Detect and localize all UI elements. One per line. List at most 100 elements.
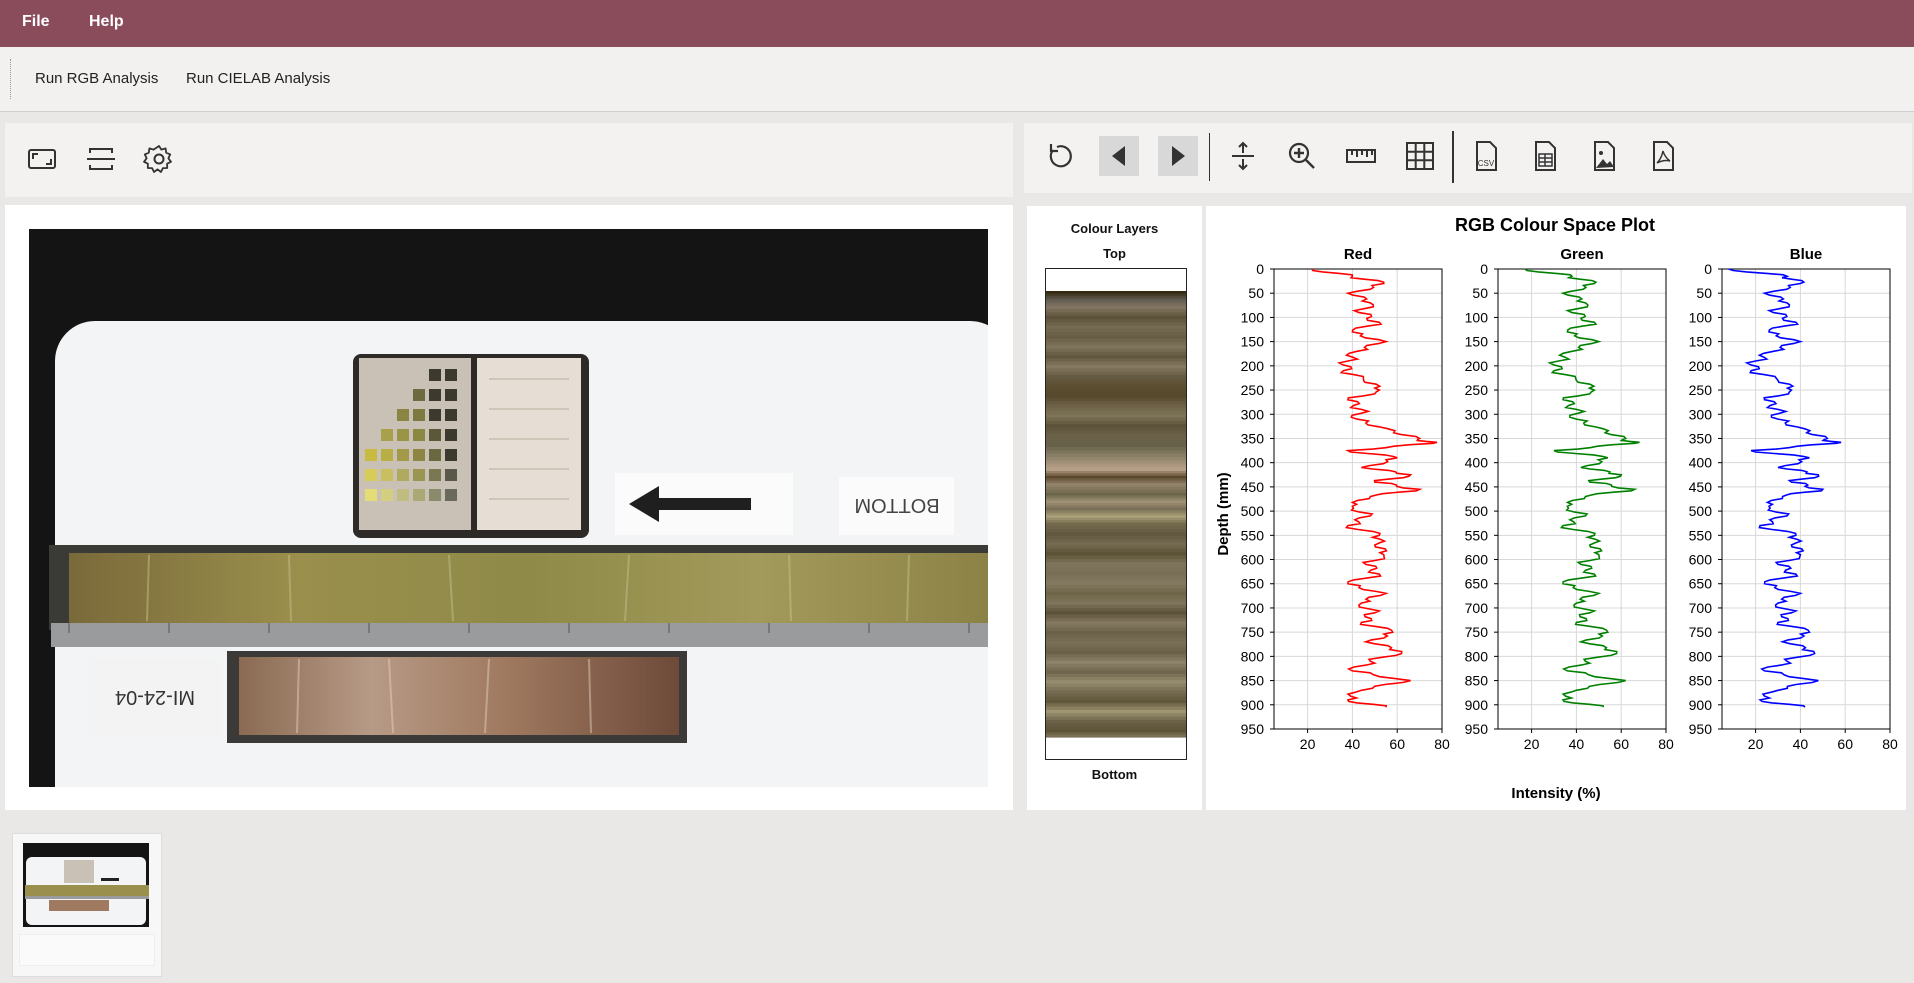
plot-frame — [1273, 268, 1443, 730]
plot-xlabel: Intensity (%) — [1511, 785, 1600, 802]
series-line-red — [1311, 268, 1438, 708]
panel-blue: Blue 0 50 100 150 200 250 300 350 400 450 500 550 600… — [1689, 246, 1898, 752]
y-tick-label: 700 — [1241, 600, 1265, 616]
y-tick-label: 550 — [1241, 527, 1265, 543]
y-tick-label: 750 — [1689, 624, 1713, 640]
y-tick-label: 750 — [1241, 624, 1265, 640]
series-line-green — [1524, 268, 1640, 708]
y-tick-label: 950 — [1465, 721, 1489, 737]
y-tick-label: 650 — [1465, 576, 1489, 592]
colour-layers-top-label: Top — [1103, 246, 1126, 261]
y-tick-label: 650 — [1241, 576, 1265, 592]
ruler-icon[interactable] — [1341, 136, 1381, 176]
y-tick-label: 150 — [1465, 334, 1489, 350]
plot-frame — [1721, 268, 1891, 730]
thumbnail-item[interactable] — [12, 833, 162, 977]
menu-help[interactable]: Help — [89, 0, 124, 47]
y-tick-label: 550 — [1689, 527, 1713, 543]
series-line-blue — [1728, 268, 1842, 708]
panel-title: Red — [1344, 246, 1372, 263]
x-tick-label: 40 — [1569, 736, 1585, 752]
rgb-colour-space-plot[interactable]: RGB Colour Space Plot Intensity (%) Dept… — [1206, 206, 1906, 810]
action-toolbar: Run RGB Analysis Run CIELAB Analysis — [0, 47, 1914, 112]
y-tick-label: 100 — [1689, 309, 1713, 325]
run-rgb-button[interactable]: Run RGB Analysis — [35, 47, 158, 111]
y-tick-label: 800 — [1689, 648, 1713, 664]
x-tick-label: 20 — [1748, 736, 1764, 752]
grid-icon[interactable] — [1400, 136, 1440, 176]
plot-toolbar: CSV — [1024, 123, 1912, 193]
y-tick-label: 50 — [1696, 285, 1712, 301]
fit-window-icon[interactable] — [22, 139, 62, 179]
y-tick-label: 650 — [1689, 576, 1713, 592]
y-tick-label: 900 — [1465, 697, 1489, 713]
thumbnail-image — [23, 843, 149, 927]
y-tick-label: 800 — [1465, 648, 1489, 664]
core-photo[interactable]: BOTTOM MI-24-04 — [29, 229, 988, 787]
plot-title: RGB Colour Space Plot — [1455, 215, 1655, 235]
y-tick-label: 0 — [1256, 261, 1264, 277]
x-tick-label: 40 — [1345, 736, 1361, 752]
y-tick-label: 50 — [1248, 285, 1264, 301]
y-tick-label: 100 — [1241, 309, 1265, 325]
crop-icon[interactable] — [81, 139, 121, 179]
next-icon[interactable] — [1158, 136, 1198, 176]
colour-band — [1046, 734, 1186, 738]
x-tick-label: 60 — [1389, 736, 1405, 752]
panel-green: Green 0 50 100 150 200 250 300 350 400 450 500 550 60… — [1465, 246, 1674, 752]
menu-file[interactable]: File — [22, 0, 50, 47]
export-pdf-icon[interactable] — [1643, 136, 1683, 176]
divider — [1209, 133, 1210, 181]
run-cielab-button[interactable]: Run CIELAB Analysis — [186, 47, 330, 111]
reset-icon[interactable] — [1041, 136, 1081, 176]
y-tick-label: 250 — [1465, 382, 1489, 398]
y-tick-label: 300 — [1689, 406, 1713, 422]
panel-title: Blue — [1790, 246, 1823, 263]
menu-bar: File Help — [0, 0, 1914, 47]
y-tick-label: 400 — [1241, 455, 1265, 471]
y-tick-label: 400 — [1465, 455, 1489, 471]
y-tick-label: 200 — [1241, 358, 1265, 374]
x-tick-label: 40 — [1793, 736, 1809, 752]
y-tick-label: 600 — [1689, 552, 1713, 568]
y-tick-label: 450 — [1689, 479, 1713, 495]
x-tick-label: 80 — [1882, 736, 1898, 752]
image-toolbar — [5, 123, 1013, 197]
y-tick-label: 950 — [1689, 721, 1713, 737]
y-tick-label: 900 — [1689, 697, 1713, 713]
y-tick-label: 450 — [1241, 479, 1265, 495]
y-tick-label: 100 — [1465, 309, 1489, 325]
y-tick-label: 900 — [1241, 697, 1265, 713]
y-tick-label: 550 — [1465, 527, 1489, 543]
y-tick-label: 500 — [1241, 503, 1265, 519]
x-tick-label: 60 — [1613, 736, 1629, 752]
y-tick-label: 150 — [1689, 334, 1713, 350]
toolbar-grip[interactable] — [10, 59, 11, 99]
x-tick-label: 20 — [1524, 736, 1540, 752]
export-spreadsheet-icon[interactable] — [1525, 136, 1565, 176]
divider — [1452, 131, 1454, 183]
prev-icon[interactable] — [1099, 136, 1139, 176]
colour-layers-bottom-label: Bottom — [1091, 767, 1138, 782]
colour-layers-title: Colour Layers — [1070, 221, 1159, 236]
export-csv-icon[interactable]: CSV — [1466, 136, 1506, 176]
fit-vertical-icon[interactable] — [1223, 136, 1263, 176]
y-tick-label: 850 — [1465, 673, 1489, 689]
plot-ylabel: Depth (mm) — [1215, 472, 1232, 555]
y-tick-label: 700 — [1465, 600, 1489, 616]
y-tick-label: 600 — [1241, 552, 1265, 568]
y-tick-label: 350 — [1241, 430, 1265, 446]
y-tick-label: 450 — [1465, 479, 1489, 495]
export-image-icon[interactable] — [1584, 136, 1624, 176]
y-tick-label: 500 — [1465, 503, 1489, 519]
y-tick-label: 700 — [1689, 600, 1713, 616]
y-tick-label: 500 — [1689, 503, 1713, 519]
y-tick-label: 0 — [1480, 261, 1488, 277]
y-tick-label: 300 — [1241, 406, 1265, 422]
y-tick-label: 250 — [1689, 382, 1713, 398]
zoom-icon[interactable] — [1282, 136, 1322, 176]
svg-text:CSV: CSV — [1478, 159, 1495, 168]
card-label: BOTTOM — [854, 494, 939, 516]
gear-icon[interactable] — [139, 139, 179, 179]
y-tick-label: 200 — [1465, 358, 1489, 374]
